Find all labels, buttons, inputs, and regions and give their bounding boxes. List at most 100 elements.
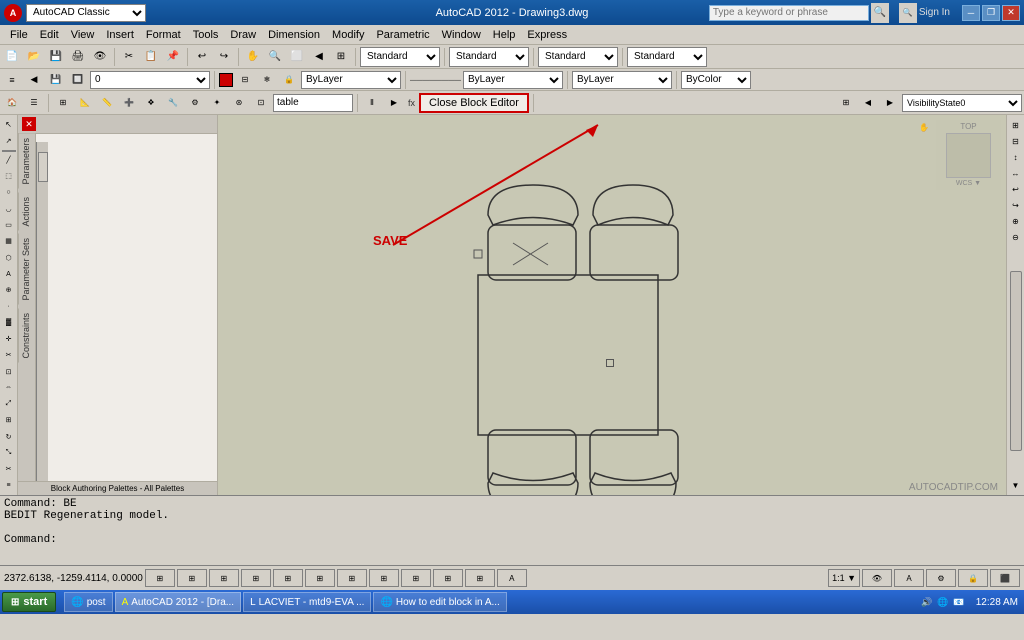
lt-rotate[interactable]: ↻ [1, 429, 17, 444]
taskbar-item-howtoedit[interactable]: 🌐 How to edit block in A... [373, 592, 506, 612]
menu-window[interactable]: Window [436, 27, 487, 43]
lt-circle[interactable]: ○ [1, 185, 17, 200]
be-tool8[interactable]: ✦ [207, 93, 227, 113]
viewcube-cube[interactable] [946, 133, 991, 178]
be-action-icon[interactable]: ▶ [384, 93, 404, 113]
status-btn-ducs[interactable]: ⊞ [369, 569, 399, 587]
redo-button[interactable]: ↪ [214, 47, 234, 67]
be-tool2[interactable]: 📐 [75, 93, 95, 113]
status-btn-snap[interactable]: ⊞ [145, 569, 175, 587]
lt-erase[interactable]: ✂ [1, 348, 17, 363]
be-right2[interactable]: ◀ [858, 93, 878, 113]
visual-style-dropdown[interactable]: Standard [360, 47, 440, 67]
rp-btn6[interactable]: ↪ [1008, 197, 1024, 213]
nav-pan-icon[interactable]: ✋ [917, 120, 931, 134]
status-btn-osnap[interactable]: ⊞ [273, 569, 303, 587]
annotation-visibility[interactable]: 👁 [862, 569, 892, 587]
be-param-icon[interactable]: Ⅱ [362, 93, 382, 113]
lt-line[interactable]: ╱ [1, 153, 17, 168]
lt-match[interactable]: ≡ [1, 478, 17, 493]
menu-edit[interactable]: Edit [34, 27, 65, 43]
annotation-scale-dropdown[interactable]: Standard [538, 47, 618, 67]
cut-button[interactable]: ✂ [119, 47, 139, 67]
palette-scrollbar[interactable] [36, 142, 48, 481]
lt-region[interactable]: ⬡ [1, 250, 17, 265]
preview-button[interactable]: 👁 [90, 47, 110, 67]
tray-icon-volume[interactable]: 🔊 [920, 595, 934, 609]
minimize-button[interactable]: ─ [962, 5, 980, 21]
lt-pline[interactable]: ⬚ [1, 169, 17, 184]
palette-close-button[interactable]: ✕ [22, 117, 36, 131]
autoscale[interactable]: A [894, 569, 924, 587]
tab-actions[interactable]: Actions [18, 193, 35, 231]
scale-display[interactable]: 1:1 ▼ [828, 569, 860, 587]
workspace-dropdown[interactable]: Standard [449, 47, 529, 67]
visibility-state-dropdown[interactable]: VisibilityState0 [902, 94, 1022, 112]
taskbar-item-lacviet[interactable]: L LACVIET - mtd9-EVA ... [243, 592, 371, 612]
menu-tools[interactable]: Tools [187, 27, 225, 43]
lt-copy[interactable]: ⊡ [1, 364, 17, 379]
app-dropdown[interactable]: AutoCAD Classic [26, 4, 146, 22]
lineweight-dropdown[interactable]: ByLayer [572, 71, 672, 89]
zoom-window[interactable]: ⬜ [287, 47, 307, 67]
lt-arc[interactable]: ◡ [1, 201, 17, 216]
be-tool9[interactable]: ⊛ [229, 93, 249, 113]
close-block-editor-button[interactable]: Close Block Editor [419, 93, 529, 113]
be-tool3[interactable]: 📏 [97, 93, 117, 113]
new-button[interactable]: 📄 [2, 47, 22, 67]
lt-pick2[interactable]: ↗ [1, 133, 17, 148]
sign-in-link[interactable]: Sign In [919, 7, 950, 18]
palette-scrollbar-thumb[interactable] [38, 152, 48, 182]
lt-offset[interactable]: ⤢ [1, 397, 17, 412]
linetype-dropdown[interactable]: ByLayer [463, 71, 563, 89]
be-tool4[interactable]: ➕ [119, 93, 139, 113]
taskbar-item-post[interactable]: 🌐 post [64, 592, 112, 612]
pan-button[interactable]: ✋ [243, 47, 263, 67]
tab-constraints[interactable]: Constraints [18, 309, 35, 363]
lt-move[interactable]: ✛ [1, 331, 17, 346]
be-tool10[interactable]: ⊡ [251, 93, 271, 113]
lt-array[interactable]: ⊞ [1, 413, 17, 428]
rp-btn2[interactable]: ⊟ [1008, 133, 1024, 149]
lt-pick[interactable]: ↖ [1, 117, 17, 132]
status-btn-polar[interactable]: ⊞ [241, 569, 271, 587]
vscroll-thumb[interactable] [1010, 271, 1022, 450]
status-btn-lw[interactable]: ⊞ [433, 569, 463, 587]
tab-parameters[interactable]: Parameters [18, 134, 35, 189]
status-btn-ortho[interactable]: ⊞ [209, 569, 239, 587]
be-right3[interactable]: ▶ [880, 93, 900, 113]
color-property-dropdown[interactable]: ByLayer [301, 71, 401, 89]
workspace-settings[interactable]: ⚙ [926, 569, 956, 587]
paste-button[interactable]: 📌 [163, 47, 183, 67]
lt-gradient[interactable]: ▓ [1, 315, 17, 330]
menu-help[interactable]: Help [487, 27, 522, 43]
be-menu-icon[interactable]: ☰ [24, 93, 44, 113]
taskbar-item-autocad[interactable]: A AutoCAD 2012 - [Dra... [115, 592, 242, 612]
menu-express[interactable]: Express [521, 27, 573, 43]
start-button[interactable]: ⊞ start [2, 592, 56, 612]
menu-dimension[interactable]: Dimension [262, 27, 326, 43]
rp-btn4[interactable]: ↔ [1008, 165, 1024, 181]
save-button[interactable]: 💾 [46, 47, 66, 67]
clean-screen[interactable]: ⬛ [990, 569, 1020, 587]
lock-ui[interactable]: 🔒 [958, 569, 988, 587]
close-button[interactable]: ✕ [1002, 5, 1020, 21]
status-btn-qp[interactable]: ⊞ [465, 569, 495, 587]
lt-rect[interactable]: ▭ [1, 218, 17, 233]
rp-btn5[interactable]: ↩ [1008, 181, 1024, 197]
menu-draw[interactable]: Draw [224, 27, 262, 43]
status-btn-dyn[interactable]: ⊞ [401, 569, 431, 587]
be-tool5[interactable]: ❖ [141, 93, 161, 113]
status-btn-3dosnap[interactable]: ⊞ [305, 569, 335, 587]
status-btn-grid[interactable]: ⊞ [177, 569, 207, 587]
open-button[interactable]: 📂 [24, 47, 44, 67]
lt-hatch[interactable]: ▦ [1, 234, 17, 249]
rp-btn1[interactable]: ⊞ [1008, 117, 1024, 133]
lt-mirror[interactable]: ⇔ [1, 380, 17, 395]
canvas-area[interactable]: SAVE [218, 115, 1006, 495]
plot-style-dropdown[interactable]: ByColor [681, 71, 751, 89]
color-swatch[interactable] [219, 73, 233, 87]
rp-btn7[interactable]: ⊕ [1008, 213, 1024, 229]
menu-view[interactable]: View [65, 27, 101, 43]
menu-parametric[interactable]: Parametric [370, 27, 435, 43]
